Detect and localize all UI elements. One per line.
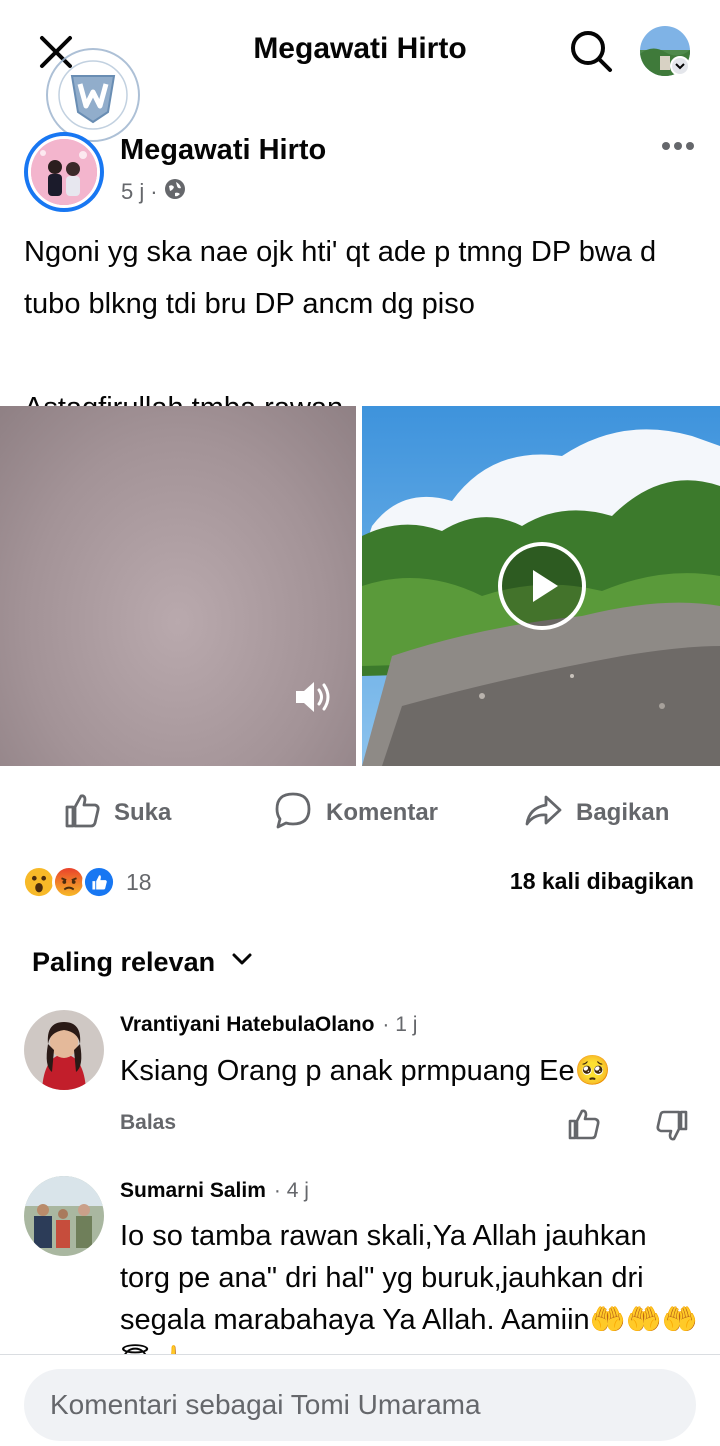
like-button[interactable]: Suka	[62, 788, 171, 838]
comment-button[interactable]: Komentar	[272, 788, 438, 838]
share-button[interactable]: Bagikan	[522, 788, 669, 838]
share-icon	[522, 789, 564, 838]
chevron-down-icon	[229, 946, 255, 979]
comment-icon	[272, 789, 314, 838]
post-time: 5 j	[121, 179, 145, 204]
commenter-name[interactable]: Sumarni Salim · 4 j	[120, 1179, 309, 1203]
post-meta: 5 j ·	[121, 178, 186, 206]
volume-icon[interactable]	[290, 674, 336, 720]
top-bar: Megawati Hirto	[0, 0, 720, 142]
comment-composer	[0, 1354, 720, 1446]
comment-text: Ksiang Orang p anak prmpuang Ee🥺	[120, 1055, 611, 1087]
reaction-count: 18	[126, 868, 152, 895]
comment-like-icon[interactable]	[566, 1106, 602, 1142]
share-count[interactable]: 18 kali dibagikan	[510, 868, 694, 895]
wow-reaction-icon	[22, 865, 56, 899]
like-reaction-icon	[82, 865, 116, 899]
commenter-avatar[interactable]	[24, 1176, 104, 1256]
account-switch-icon[interactable]	[670, 56, 690, 76]
like-icon	[62, 790, 102, 837]
meta-separator: ·	[150, 179, 158, 204]
comment-time: · 1 j	[382, 1013, 418, 1036]
like-label: Suka	[114, 799, 172, 826]
commenter-name[interactable]: Vrantiyani HatebulaOlano · 1 j	[120, 1013, 417, 1037]
globe-icon	[164, 178, 186, 206]
commenter-name-text: Vrantiyani HatebulaOlano	[120, 1013, 375, 1036]
comment-dislike-icon[interactable]	[654, 1108, 690, 1144]
share-label: Bagikan	[576, 799, 670, 826]
reply-button[interactable]: Balas	[120, 1111, 176, 1135]
comment-sort-dropdown[interactable]: Paling relevan	[32, 946, 255, 979]
comment-label: Komentar	[326, 799, 439, 826]
search-icon[interactable]	[566, 26, 616, 76]
more-options-icon[interactable]	[656, 130, 700, 162]
comment-time: · 4 j	[273, 1179, 309, 1202]
author-name[interactable]: Megawati Hirto	[120, 134, 326, 167]
post-actions: Suka Komentar Bagikan	[0, 778, 720, 848]
comment-input[interactable]	[24, 1369, 696, 1441]
angry-reaction-icon	[52, 865, 86, 899]
sort-label: Paling relevan	[32, 947, 216, 977]
play-icon[interactable]	[496, 540, 588, 632]
author-avatar[interactable]	[24, 132, 104, 212]
reaction-summary[interactable]: 18	[22, 862, 152, 902]
commenter-name-text: Sumarni Salim	[120, 1179, 266, 1202]
comment-text: Io so tamba rawan skali,Ya Allah jauhkan…	[120, 1220, 699, 1355]
post-paragraph: Ngoni yg ska nae ojk hti' qt ade p tmng …	[24, 236, 657, 320]
commenter-avatar[interactable]	[24, 1010, 104, 1090]
